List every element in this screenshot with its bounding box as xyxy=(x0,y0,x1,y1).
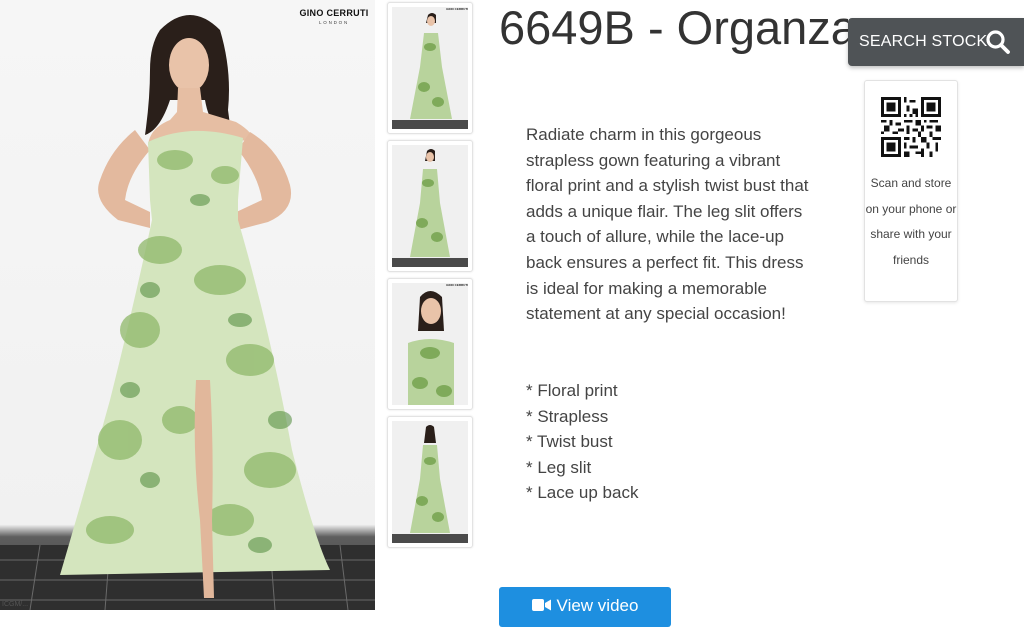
thumbnail-front-full-2[interactable] xyxy=(387,140,473,272)
thumbnail-upper-body[interactable]: GINO CERRUTI xyxy=(387,278,473,410)
brand-name: GINO CERRUTI xyxy=(299,8,369,18)
thumbnail-brand: GINO CERRUTI xyxy=(446,7,468,11)
thumbnail-image xyxy=(392,7,468,129)
main-product-image[interactable]: GINO CERRUTI LONDON ICGM/... xyxy=(0,0,375,610)
brand-subtitle: LONDON xyxy=(318,20,350,25)
feature-item: * Lace up back xyxy=(526,483,639,503)
feature-item: * Floral print xyxy=(526,381,618,400)
thumbnail-image xyxy=(392,145,468,267)
search-icon xyxy=(986,30,1010,54)
qr-caption: Scan and store on your phone or share wi… xyxy=(865,176,957,267)
feature-item: * Twist bust xyxy=(526,432,613,452)
search-stock-button[interactable]: SEARCH STOCK xyxy=(848,18,1024,66)
photo-credit: ICGM/... xyxy=(2,601,29,608)
search-stock-label: SEARCH STOCK xyxy=(859,33,988,50)
feature-item: * Strapless xyxy=(526,406,609,426)
brand-logo: GINO CERRUTI LONDON xyxy=(298,8,370,25)
thumbnail-back-full[interactable] xyxy=(387,416,473,548)
thumbnail-front-full[interactable]: GINO CERRUTI xyxy=(387,2,473,134)
view-video-button[interactable]: View video xyxy=(499,587,671,627)
model-photo xyxy=(0,15,375,610)
qr-code-icon xyxy=(881,97,941,157)
product-title: 6649B - Organza xyxy=(499,2,848,54)
thumbnail-image xyxy=(392,421,468,543)
view-video-label: View video xyxy=(556,596,639,615)
feature-item: * Leg slit xyxy=(526,457,592,477)
product-description: Radiate charm in this gorgeous strapless… xyxy=(526,125,809,324)
feature-list: * Floral print * Strapless * Twist bust … xyxy=(526,378,638,506)
thumbnail-image xyxy=(392,283,468,405)
thumbnail-brand: GINO CERRUTI xyxy=(446,283,468,287)
qr-share-card[interactable]: Scan and store on your phone or share wi… xyxy=(864,80,958,302)
